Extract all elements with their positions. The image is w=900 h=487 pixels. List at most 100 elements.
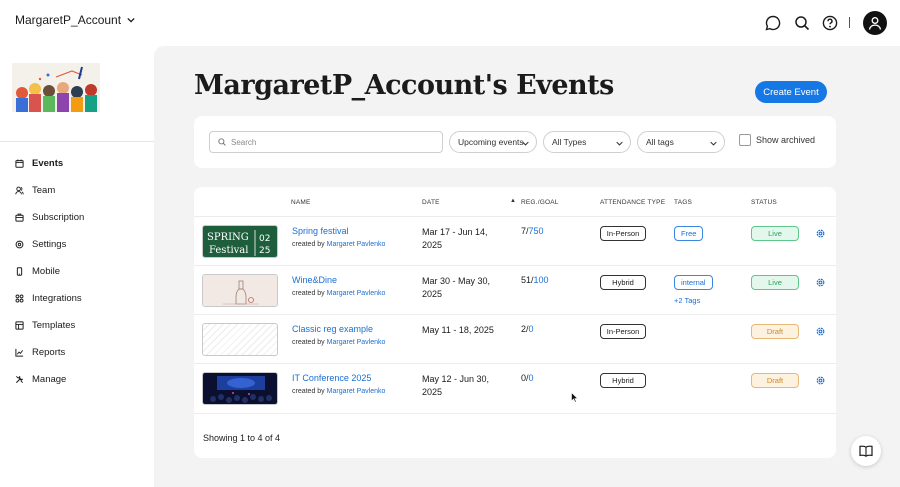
event-reg-goal: 7/750 [521,226,544,236]
attendance-badge: Hybrid [600,275,646,290]
table-row[interactable]: Classic reg example created by Margaret … [194,314,836,363]
team-icon [15,186,24,195]
more-tags-link[interactable]: +2 Tags [674,296,700,305]
sidebar-item-label: Team [32,185,56,196]
sidebar-item-label: Events [32,158,64,169]
goal-link[interactable]: 0 [529,373,534,383]
creator-link[interactable]: Margaret Pavlenko [327,241,386,248]
reports-icon [15,348,24,357]
event-name-link[interactable]: Wine&Dine [292,275,337,285]
goal-link[interactable]: 0 [529,324,534,334]
book-icon [859,445,873,457]
event-thumbnail[interactable]: SPRING Festival 02 25 [202,225,278,258]
show-archived-toggle[interactable]: Show archived [739,134,815,146]
event-thumbnail[interactable] [202,372,278,405]
time-filter-select[interactable]: Upcoming events [449,131,537,153]
type-filter-value: All Types [552,137,587,147]
show-archived-checkbox[interactable] [739,134,751,146]
event-thumbnail[interactable] [202,274,278,307]
tag-badge[interactable]: internal [674,275,713,290]
sidebar: Events Team Subscription Settings Mobile… [0,46,154,487]
time-filter-value: Upcoming events [458,137,524,147]
sidebar-item-events[interactable]: Events [0,150,154,177]
tag-filter-select[interactable]: All tags [637,131,725,153]
chevron-down-icon [616,141,623,146]
event-creator: created by Margaret Pavlenko [292,241,385,248]
event-creator: created by Margaret Pavlenko [292,290,385,297]
status-badge: Live [751,275,799,290]
sidebar-item-team[interactable]: Team [0,177,154,204]
table-row[interactable]: Wine&Dine created by Margaret Pavlenko M… [194,265,836,314]
creator-link[interactable]: Margaret Pavlenko [327,339,386,346]
top-bar: MargaretP_Account [0,0,900,46]
event-reg-goal: 2/0 [521,324,534,334]
create-event-button[interactable]: Create Event [755,81,827,103]
filter-bar: Upcoming events All Types All tags Show … [194,116,836,168]
help-icon[interactable] [822,15,838,31]
account-switcher[interactable]: MargaretP_Account [15,13,135,27]
event-name-link[interactable]: Spring festival [292,226,349,236]
event-thumbnail[interactable] [202,323,278,356]
sidebar-item-label: Subscription [32,212,85,223]
reg-count: 7/ [521,226,529,236]
search-icon[interactable] [794,15,810,31]
type-filter-select[interactable]: All Types [543,131,631,153]
subscription-icon [15,213,24,222]
chevron-down-icon [710,141,717,146]
column-header-status[interactable]: STATUS [751,199,777,206]
column-header-attendance[interactable]: ATTENDANCE TYPE [600,199,665,206]
tag-filter-value: All tags [646,137,674,147]
calendar-icon [15,159,24,168]
created-by-label: created by [292,388,325,395]
organization-logo [12,63,100,112]
creator-link[interactable]: Margaret Pavlenko [327,388,386,395]
creator-link[interactable]: Margaret Pavlenko [327,290,386,297]
mobile-icon [16,267,23,276]
gear-icon[interactable] [815,277,826,288]
user-avatar-button[interactable] [863,11,887,35]
chat-icon[interactable] [765,15,781,31]
knowledge-base-button[interactable] [851,436,881,466]
column-header-name[interactable]: NAME [291,199,311,206]
table-row[interactable]: IT Conference 2025 created by Margaret P… [194,363,836,413]
sidebar-item-subscription[interactable]: Subscription [0,204,154,231]
tag-badge[interactable]: Free [674,226,704,241]
sort-ascending-icon[interactable]: ▲ [510,198,516,204]
gear-icon[interactable] [815,326,826,337]
thumb-festival-text: Festival [209,245,248,256]
status-badge: Draft [751,324,799,339]
event-name-link[interactable]: IT Conference 2025 [292,373,371,383]
search-box[interactable] [209,131,443,153]
created-by-label: created by [292,241,325,248]
toolbar-separator [849,17,850,28]
goal-link[interactable]: 100 [534,275,549,285]
event-name-link[interactable]: Classic reg example [292,324,373,334]
status-badge: Live [751,226,799,241]
table-row[interactable]: SPRING Festival 02 25 Spring festival cr… [194,216,836,265]
thumb-year-top: 02 [259,234,270,244]
attendance-badge: In-Person [600,324,646,339]
user-icon [868,17,882,30]
reg-count: 51/ [521,275,534,285]
sidebar-item-manage[interactable]: Manage [0,366,154,393]
column-header-tags[interactable]: TAGS [674,199,692,206]
account-name: MargaretP_Account [15,13,122,27]
main-content: MargaretP_Account's Events Create Event … [154,46,900,487]
event-reg-goal: 0/0 [521,373,534,383]
gear-icon[interactable] [815,375,826,386]
pagination-summary: Showing 1 to 4 of 4 [203,433,281,443]
sidebar-item-mobile[interactable]: Mobile [0,258,154,285]
search-input[interactable] [231,137,431,147]
column-header-date[interactable]: DATE [422,199,440,206]
settings-icon [15,240,24,249]
chevron-down-icon [127,17,135,23]
goal-link[interactable]: 750 [529,226,544,236]
created-by-label: created by [292,339,325,346]
sidebar-item-reports[interactable]: Reports [0,339,154,366]
sidebar-item-label: Integrations [32,293,82,304]
sidebar-item-integrations[interactable]: Integrations [0,285,154,312]
column-header-reg-goal[interactable]: REG./GOAL [521,199,559,206]
sidebar-item-settings[interactable]: Settings [0,231,154,258]
gear-icon[interactable] [815,228,826,239]
sidebar-item-templates[interactable]: Templates [0,312,154,339]
